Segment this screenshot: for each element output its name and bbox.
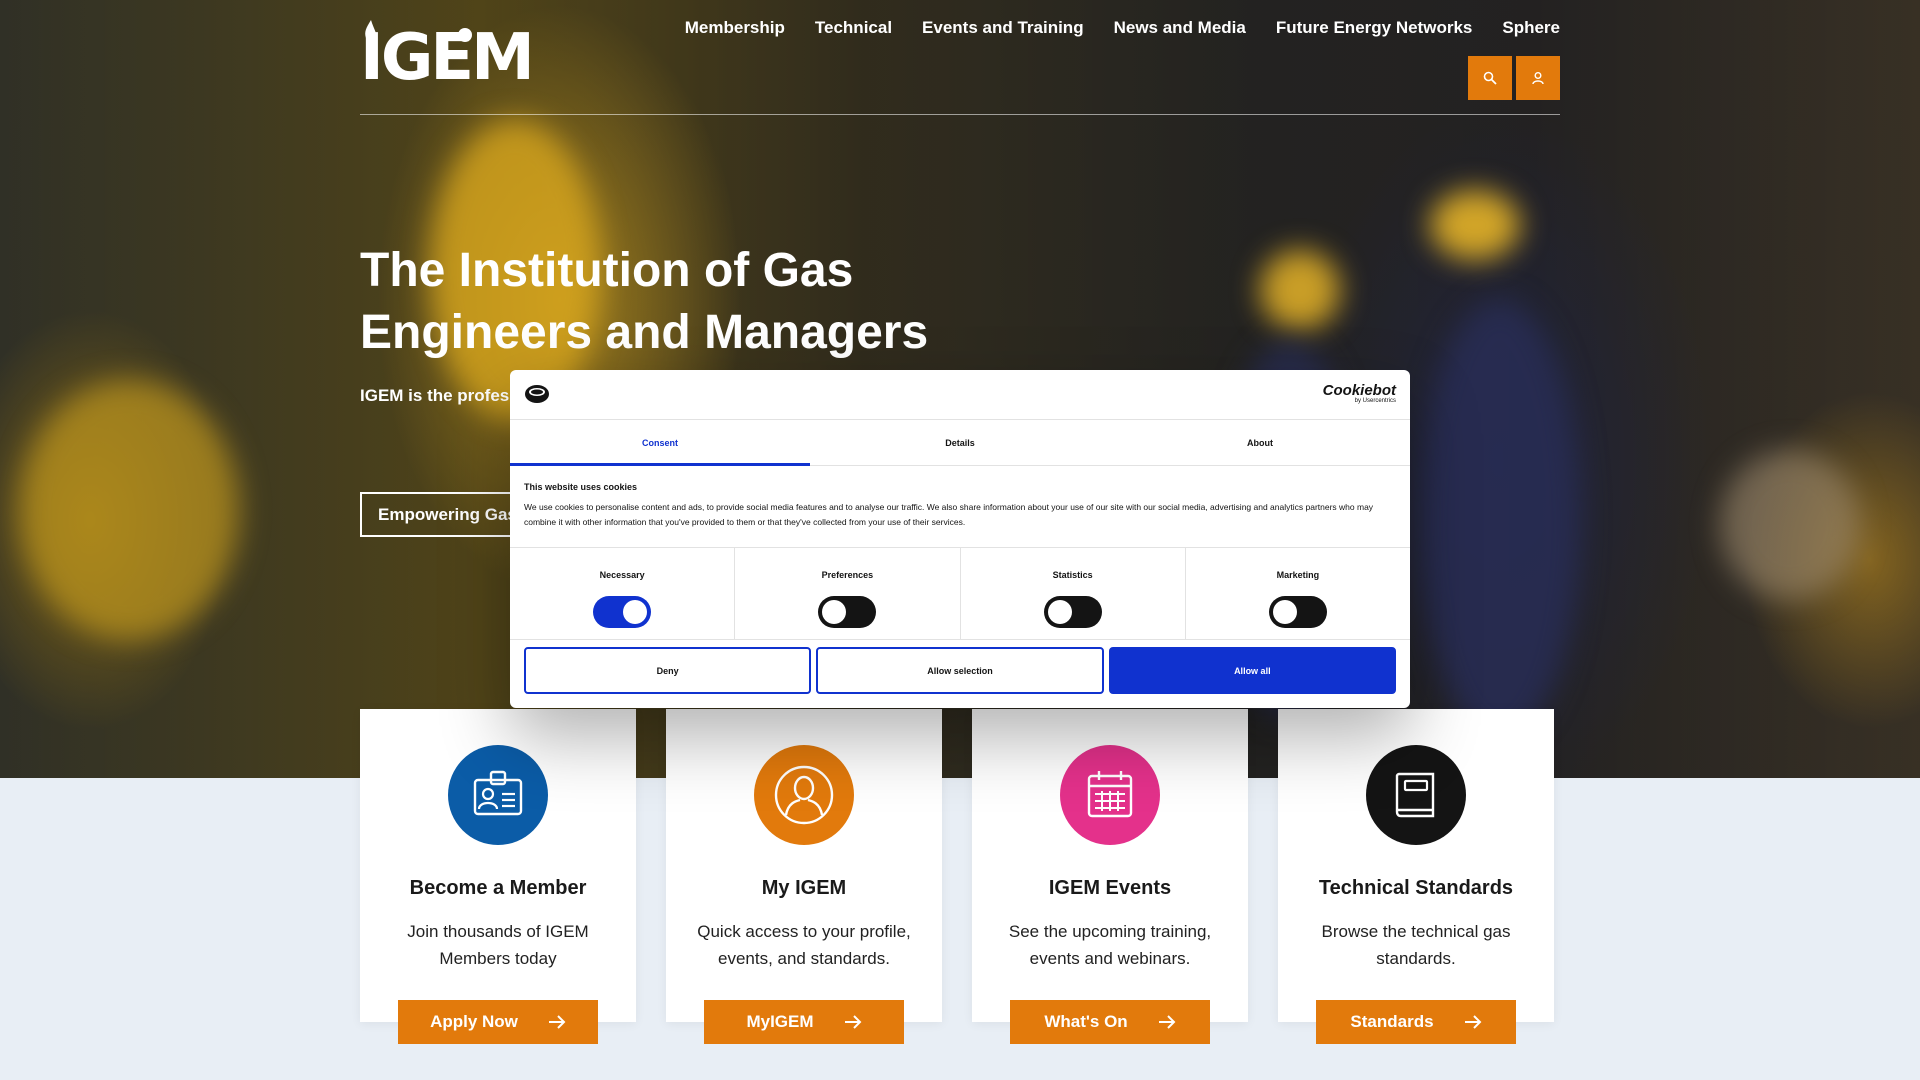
- card-become-a-member: Become a Member Join thousands of IGEM M…: [360, 709, 636, 1044]
- allow-selection-button[interactable]: Allow selection: [816, 647, 1104, 694]
- arrow-right-icon: [844, 1015, 861, 1029]
- card-title: Technical Standards: [1318, 877, 1514, 899]
- toggle-label: Preferences: [821, 570, 874, 580]
- search-icon: [1483, 71, 1497, 85]
- deny-button[interactable]: Deny: [524, 647, 812, 694]
- statistics-switch[interactable]: [1043, 596, 1102, 628]
- standards-button[interactable]: Standards: [1316, 1000, 1516, 1044]
- site-header: IGEM Membership Technical Events and Tra…: [360, 0, 1560, 116]
- arrow-right-icon: [548, 1015, 566, 1029]
- button-label: MyIGEM: [746, 1012, 814, 1031]
- card-title: IGEM Events: [1048, 877, 1172, 899]
- account-button[interactable]: [1516, 56, 1560, 100]
- igem-logo[interactable]: IGEM: [360, 20, 535, 92]
- preferences-switch[interactable]: [818, 596, 877, 628]
- cookie-consent-dialog: Cookiebot by Usercentrics Consent Detail…: [510, 370, 1410, 708]
- card-text: Quick access to your profile, events, an…: [697, 922, 911, 968]
- cookie-tabs: Consent Details About: [510, 420, 1410, 466]
- id-badge-icon: [448, 745, 548, 845]
- toggle-marketing: Marketing: [1186, 548, 1410, 639]
- main-nav: Membership Technical Events and Training…: [685, 18, 1560, 38]
- tab-details[interactable]: Details: [810, 420, 1110, 465]
- allow-all-button[interactable]: Allow all: [1108, 647, 1396, 694]
- logo-text: IGEM: [360, 21, 535, 95]
- nav-events-and-training[interactable]: Events and Training: [922, 18, 1084, 38]
- cookie-toggles: Necessary Preferences Statistics Marketi…: [510, 548, 1410, 640]
- card-title: Become a Member: [409, 877, 587, 899]
- header-divider: [360, 114, 1560, 115]
- whats-on-button[interactable]: What's On: [1010, 1000, 1210, 1044]
- button-label: Apply Now: [430, 1012, 518, 1031]
- cookiebot-brand-name: Cookiebot: [1322, 382, 1396, 399]
- tab-consent[interactable]: Consent: [510, 420, 810, 466]
- cookie-heading: This website uses cookies: [524, 482, 638, 492]
- header-actions: [1468, 56, 1560, 100]
- card-title: My IGEM: [761, 877, 847, 899]
- necessary-switch[interactable]: [593, 596, 652, 628]
- cookie-dialog-header: Cookiebot by Usercentrics: [510, 370, 1410, 420]
- button-label: What's On: [1044, 1012, 1128, 1031]
- logo-dot: [458, 28, 472, 42]
- toggle-label: Statistics: [1052, 570, 1093, 580]
- button-label: Standards: [1350, 1012, 1434, 1031]
- search-button[interactable]: [1468, 56, 1512, 100]
- toggle-preferences: Preferences: [735, 548, 961, 639]
- calendar-icon: [1060, 745, 1160, 845]
- flame-icon: [365, 20, 377, 44]
- nav-news-and-media[interactable]: News and Media: [1114, 18, 1246, 38]
- card-text: Join thousands of IGEM Members today: [407, 922, 589, 968]
- switch-knob: [822, 600, 847, 624]
- card-igem-events: IGEM Events See the upcoming training, e…: [972, 709, 1248, 1044]
- nav-membership[interactable]: Membership: [685, 18, 785, 38]
- cookie-actions: Deny Allow selection Allow all: [524, 647, 1396, 694]
- myigem-button[interactable]: MyIGEM: [704, 1000, 904, 1044]
- card-technical-standards: Technical Standards Browse the technical…: [1278, 709, 1554, 1044]
- cookie-body-text: We use cookies to personalise content an…: [524, 502, 1374, 527]
- apply-now-button[interactable]: Apply Now: [398, 1000, 598, 1044]
- card-my-igem: My IGEM Quick access to your profile, ev…: [666, 709, 942, 1044]
- toggle-label: Marketing: [1276, 570, 1320, 580]
- nav-future-energy-networks[interactable]: Future Energy Networks: [1276, 18, 1473, 38]
- hero-cta-button[interactable]: Empowering Gas: [360, 492, 535, 537]
- toggle-statistics: Statistics: [961, 548, 1186, 639]
- toggle-label: Necessary: [599, 570, 645, 580]
- switch-knob: [623, 600, 648, 624]
- switch-knob: [1272, 600, 1297, 624]
- user-icon: [1532, 72, 1544, 85]
- user-circle-icon: [754, 745, 854, 845]
- hero-title: The Institution of Gas Engineers and Man…: [360, 244, 929, 359]
- arrow-right-icon: [1158, 1015, 1176, 1029]
- nav-technical[interactable]: Technical: [815, 18, 892, 38]
- marketing-switch[interactable]: [1268, 596, 1327, 628]
- book-icon: [1366, 745, 1466, 845]
- card-text: See the upcoming training, events and we…: [1008, 922, 1212, 968]
- card-text: Browse the technical gas standards.: [1321, 922, 1511, 968]
- quick-links: Become a Member Join thousands of IGEM M…: [360, 709, 1554, 1044]
- cookie-description: This website uses cookies We use cookies…: [510, 466, 1410, 548]
- arrow-right-icon: [1464, 1015, 1481, 1029]
- toggle-necessary: Necessary: [510, 548, 736, 639]
- cookiebot-logo-icon: [525, 385, 549, 403]
- nav-sphere[interactable]: Sphere: [1502, 18, 1560, 38]
- cookiebot-brand[interactable]: Cookiebot by Usercentrics: [1322, 382, 1396, 404]
- tab-about[interactable]: About: [1110, 420, 1410, 465]
- switch-knob: [1047, 600, 1072, 624]
